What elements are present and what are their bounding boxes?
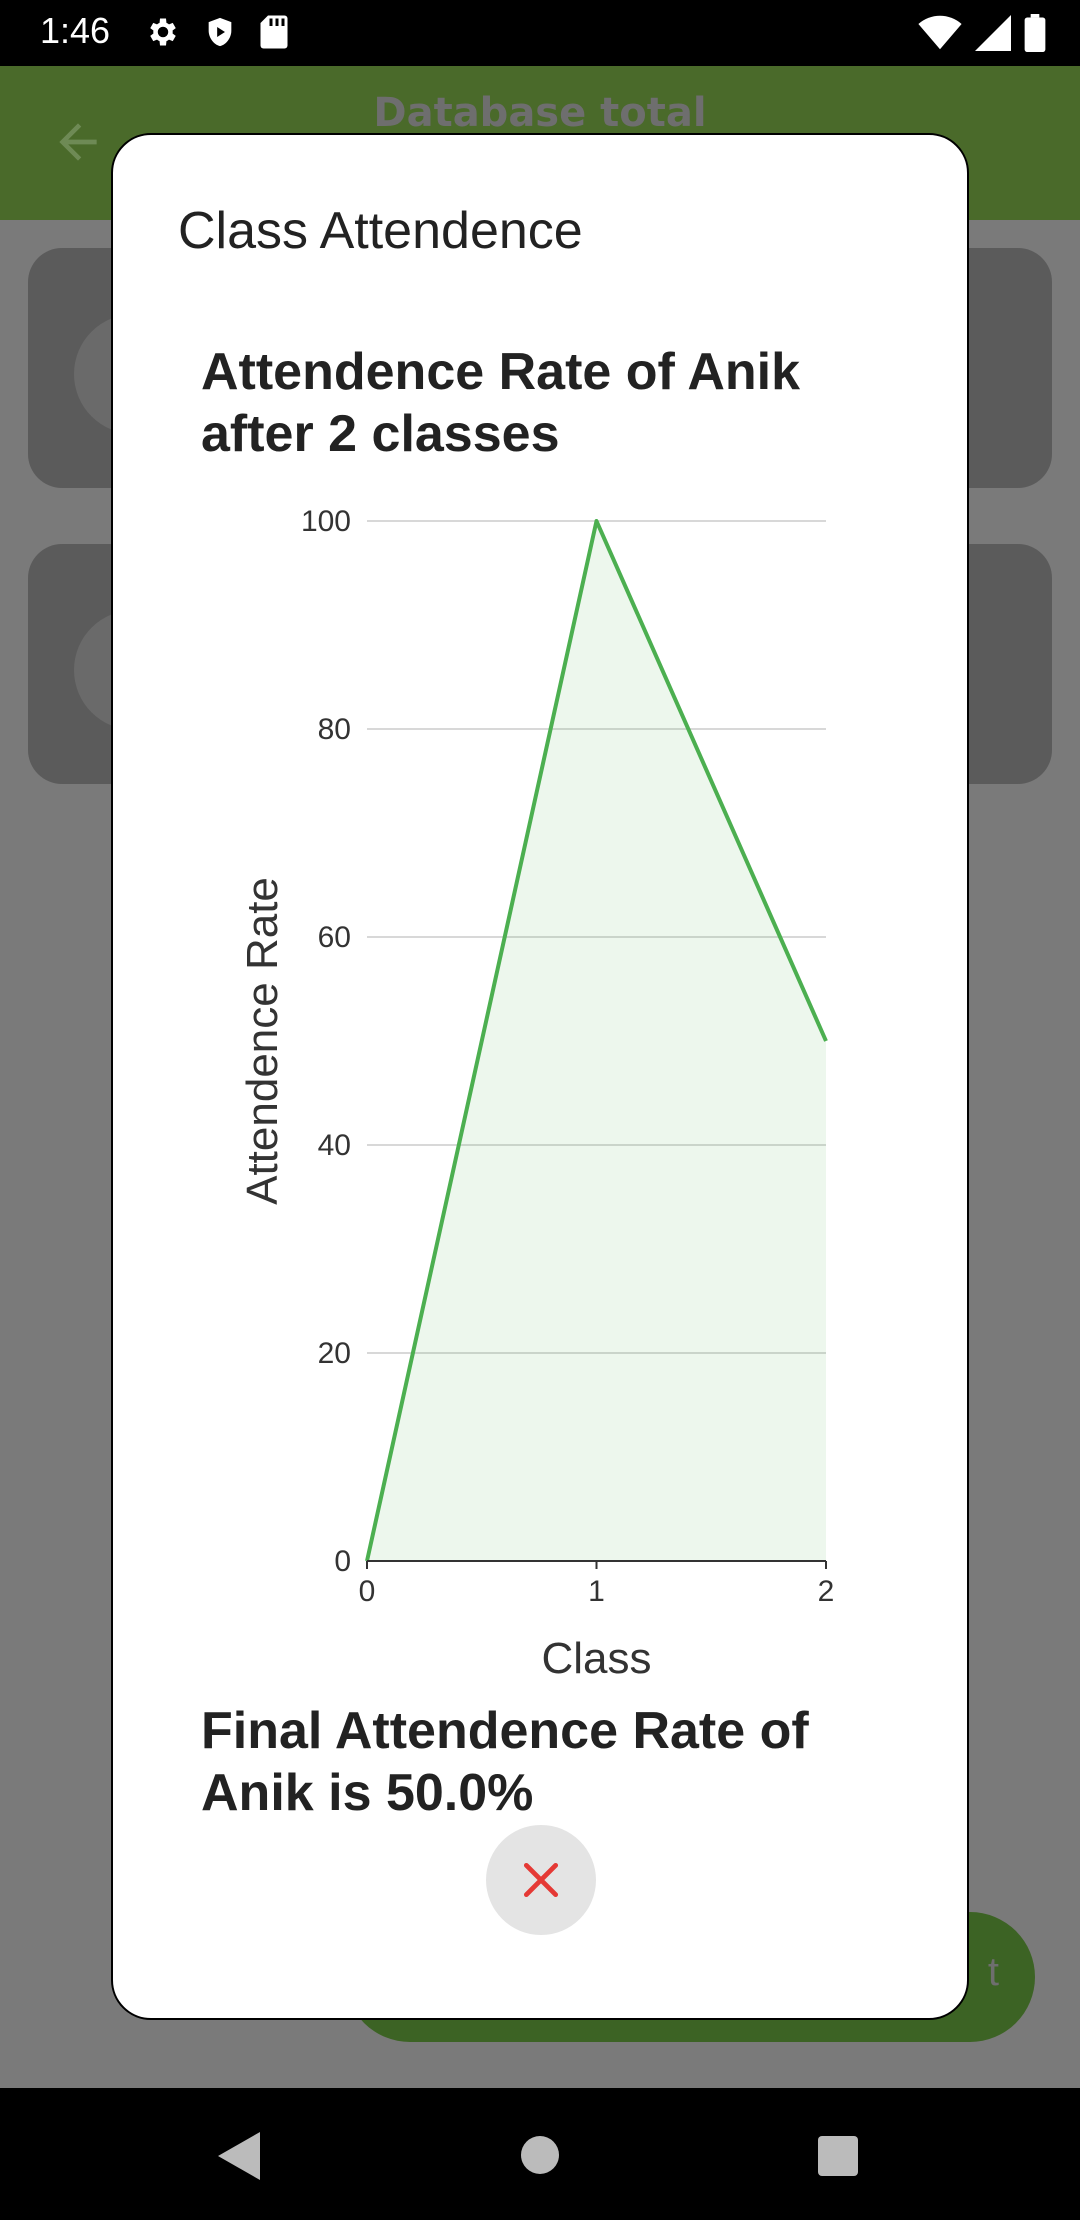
y-axis-ticks: 0 20 40 60 80 100 [301, 505, 351, 1578]
x-tick-label: 1 [588, 1575, 605, 1608]
final-attendance-text: Final Attendence Rate of Anik is 50.0% [201, 1702, 809, 1822]
x-tick-label: 0 [359, 1575, 376, 1608]
signal-icon [975, 15, 1011, 51]
attendance-dialog: Class Attendence Attendence Rate of Anik… [111, 133, 969, 2020]
status-icons-left [145, 14, 289, 50]
close-button[interactable] [486, 1825, 596, 1935]
gear-icon [150, 18, 176, 46]
battery-icon [1024, 14, 1046, 52]
shield-play-icon [208, 17, 232, 47]
back-icon[interactable] [218, 2132, 260, 2180]
x-axis-label: Class [541, 1634, 651, 1683]
app-title: Database total [373, 90, 707, 136]
status-time: 1:46 [40, 10, 111, 51]
x-axis-ticks: 0 1 2 [359, 1561, 835, 1608]
recents-icon[interactable] [818, 2136, 858, 2176]
series-area [367, 521, 826, 1561]
wifi-icon [918, 15, 962, 50]
y-tick-label: 80 [318, 713, 351, 746]
y-tick-label: 100 [301, 505, 351, 538]
navigation-bar [0, 2088, 1080, 2220]
attendance-chart: 0 20 40 60 80 100 0 1 2 Class Attendence Rate [238, 505, 835, 1683]
status-icons-right [918, 14, 1046, 52]
fab-label: t [987, 1950, 999, 1994]
y-tick-label: 40 [318, 1129, 351, 1162]
x-tick-label: 2 [818, 1575, 835, 1608]
y-axis-label: Attendence Rate [238, 877, 287, 1205]
close-icon [523, 1862, 559, 1898]
y-tick-label: 0 [334, 1545, 351, 1578]
y-tick-label: 20 [318, 1337, 351, 1370]
y-tick-label: 60 [318, 921, 351, 954]
status-bar: 1:46 [0, 0, 1080, 66]
home-icon[interactable] [521, 2136, 559, 2174]
sd-card-icon [260, 15, 288, 49]
